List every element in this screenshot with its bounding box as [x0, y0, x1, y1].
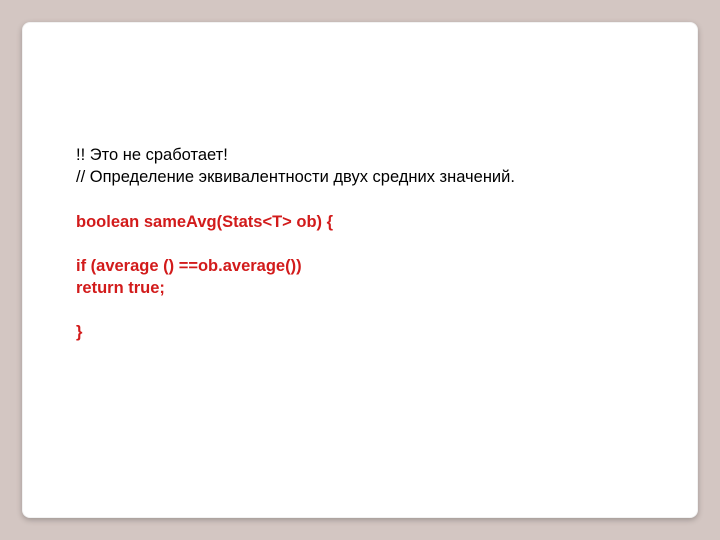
blank-line: [76, 233, 644, 255]
code-line-signature: boolean sameAvg(Stats<T> ob) {: [76, 211, 644, 233]
slide-content: !! Это не сработает! // Определение экви…: [76, 144, 644, 344]
comment-line: // Определение эквивалентности двух сред…: [76, 166, 644, 188]
code-line-if: if (average () ==ob.average()): [76, 255, 644, 277]
slide-card: !! Это не сработает! // Определение экви…: [22, 22, 698, 518]
blank-line: [76, 189, 644, 211]
code-line-close: }: [76, 321, 644, 343]
blank-line: [76, 299, 644, 321]
warning-line: !! Это не сработает!: [76, 144, 644, 166]
code-line-return: return true;: [76, 277, 644, 299]
